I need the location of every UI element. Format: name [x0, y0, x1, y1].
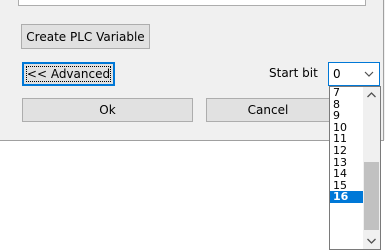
advanced-button[interactable]: << Advanced	[22, 62, 115, 86]
options-list: 7 8 9 10 11 12 13 14 15 16	[330, 87, 363, 203]
focus-rectangle	[26, 66, 111, 82]
dialog-border	[383, 0, 384, 140]
dropdown-scrollbar[interactable]	[363, 87, 380, 249]
dialog-window: Create PLC Variable << Advanced Start bi…	[0, 0, 385, 140]
dialog-border	[0, 140, 384, 141]
start-bit-label: Start bit	[269, 66, 318, 80]
start-bit-value: 0	[333, 67, 341, 81]
start-bit-dropdown-list[interactable]: 7 8 9 10 11 12 13 14 15 16	[329, 86, 381, 250]
dropdown-option-selected[interactable]: 16	[330, 191, 363, 203]
ok-label: Ok	[99, 103, 116, 117]
dropdown-option[interactable]: 12	[330, 145, 363, 157]
chevron-down-icon[interactable]	[363, 232, 380, 249]
dropdown-option[interactable]: 14	[330, 168, 363, 180]
create-plc-variable-label: Create PLC Variable	[26, 29, 145, 44]
start-bit-combobox[interactable]: 0	[328, 62, 380, 86]
chevron-up-icon[interactable]	[363, 87, 380, 104]
create-plc-variable-button[interactable]: Create PLC Variable	[21, 24, 150, 49]
ok-button[interactable]: Ok	[22, 98, 193, 122]
chevron-down-icon[interactable]	[362, 68, 376, 80]
cancel-button[interactable]: Cancel	[206, 98, 330, 122]
scroll-thumb[interactable]	[364, 162, 379, 230]
dropdown-option[interactable]: 7	[330, 87, 363, 99]
top-panel	[18, 0, 366, 6]
cancel-label: Cancel	[247, 103, 289, 117]
